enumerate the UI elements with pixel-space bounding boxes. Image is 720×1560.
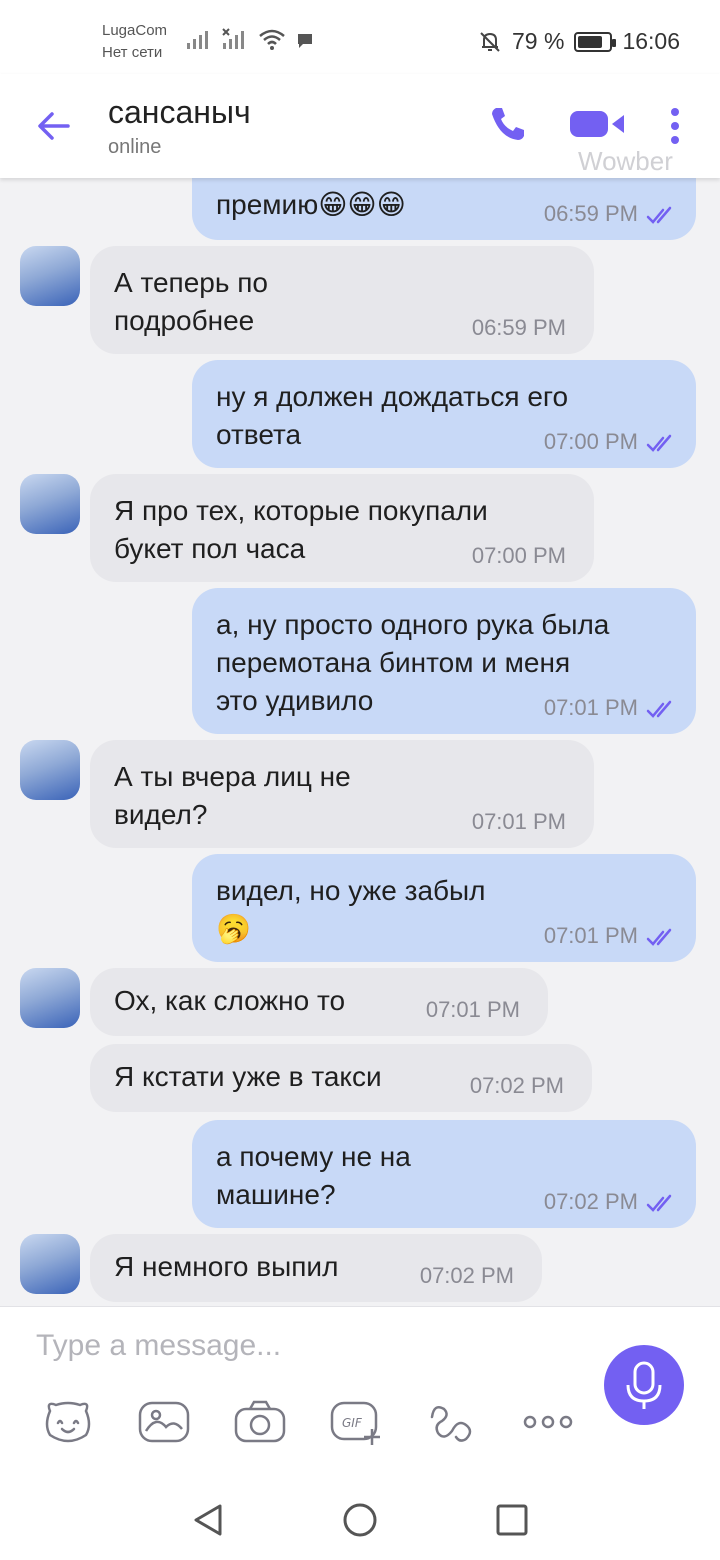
signal-icon <box>187 31 208 49</box>
svg-text:GIF: GIF <box>342 1416 363 1430</box>
read-receipt-icon <box>646 928 672 946</box>
message-input[interactable]: Type a message... <box>36 1329 281 1363</box>
chat-header: сансаныч online Wowber <box>0 74 720 178</box>
read-receipt-icon <box>646 206 672 224</box>
message-composer: Type a message... GIF <box>0 1306 720 1478</box>
avatar[interactable] <box>20 246 80 306</box>
signal-icons <box>186 28 314 50</box>
network-status: Нет сети <box>102 44 163 61</box>
message-list[interactable]: премию😁😁😁 06:59 PM А теперь по подробнее… <box>0 178 720 1306</box>
contact-name[interactable]: сансаныч <box>108 94 251 131</box>
carrier-name: LugaCom <box>102 22 168 39</box>
avatar[interactable] <box>20 474 80 534</box>
message-time: 07:00 PM <box>471 543 566 568</box>
more-options-icon[interactable] <box>520 1397 576 1447</box>
no-signal-icon <box>222 28 244 49</box>
battery-percent: 79 % <box>512 28 565 54</box>
message-bubble-incoming[interactable]: Ох, как сложно то 07:01 PM <box>90 968 548 1036</box>
doodle-icon[interactable] <box>424 1397 480 1447</box>
mute-bell-icon <box>480 31 500 52</box>
message-bubble-outgoing[interactable]: а, ну просто одного рука была перемотана… <box>192 588 696 734</box>
message-time: 07:01 PM <box>471 809 566 834</box>
message-time: 07:02 PM <box>419 1263 514 1288</box>
back-arrow-icon[interactable] <box>32 104 76 148</box>
status-bar: LugaCom Нет сети 79 % 16:06 <box>0 0 720 74</box>
sticker-icon[interactable] <box>40 1397 96 1447</box>
read-receipt-icon <box>646 1194 672 1212</box>
message-bubble-incoming[interactable]: Я кстати уже в такси 07:02 PM <box>90 1044 592 1112</box>
more-vertical-icon[interactable] <box>660 104 690 148</box>
watermark: Wowber <box>578 146 673 176</box>
battery-icon <box>574 31 617 52</box>
recents-nav-icon[interactable] <box>492 1500 532 1540</box>
clock: 16:06 <box>622 28 680 54</box>
wifi-icon <box>259 29 285 50</box>
message-time: 07:02 PM <box>543 1189 638 1214</box>
message-notification-icon <box>298 34 312 48</box>
message-bubble-incoming[interactable]: А ты вчера лиц не видел? 07:01 PM <box>90 740 594 848</box>
read-receipt-icon <box>646 434 672 452</box>
message-time: 06:59 PM <box>543 201 638 226</box>
microphone-icon <box>626 1361 662 1409</box>
system-navigation-bar <box>0 1478 720 1560</box>
message-bubble-outgoing[interactable]: премию😁😁😁 06:59 PM <box>192 178 696 240</box>
message-bubble-incoming[interactable]: А теперь по подробнее 06:59 PM <box>90 246 594 354</box>
battery-fill <box>578 35 603 48</box>
message-time: 07:02 PM <box>469 1073 564 1098</box>
message-time: 07:01 PM <box>543 923 638 948</box>
status-right: 79 % 16:06 <box>478 28 680 55</box>
home-nav-icon[interactable] <box>340 1500 380 1540</box>
message-time: 07:01 PM <box>425 997 520 1022</box>
message-bubble-incoming[interactable]: Я про тех, которые покупали букет пол ча… <box>90 474 594 582</box>
message-time: 07:01 PM <box>543 695 638 720</box>
message-bubble-outgoing[interactable]: видел, но уже забыл 🥱 07:01 PM <box>192 854 696 962</box>
avatar[interactable] <box>20 1234 80 1294</box>
message-time: 07:00 PM <box>543 429 638 454</box>
carrier-info: LugaCom Нет сети <box>102 20 167 64</box>
avatar[interactable] <box>20 968 80 1028</box>
contact-status: online <box>108 136 162 158</box>
gif-icon[interactable]: GIF <box>328 1397 384 1447</box>
video-call-icon[interactable] <box>568 104 628 144</box>
read-receipt-icon <box>646 700 672 718</box>
message-bubble-incoming[interactable]: Я немного выпил 07:02 PM <box>90 1234 542 1302</box>
gallery-icon[interactable] <box>136 1397 192 1447</box>
message-bubble-outgoing[interactable]: ну я должен дождаться его ответа 07:00 P… <box>192 360 696 468</box>
voice-record-button[interactable] <box>604 1345 684 1425</box>
camera-icon[interactable] <box>232 1397 288 1447</box>
avatar[interactable] <box>20 740 80 800</box>
phone-call-icon[interactable] <box>486 102 530 146</box>
message-time: 06:59 PM <box>471 315 566 340</box>
message-bubble-outgoing[interactable]: а почему не на машине? 07:02 PM <box>192 1120 696 1228</box>
back-nav-icon[interactable] <box>188 1500 228 1540</box>
